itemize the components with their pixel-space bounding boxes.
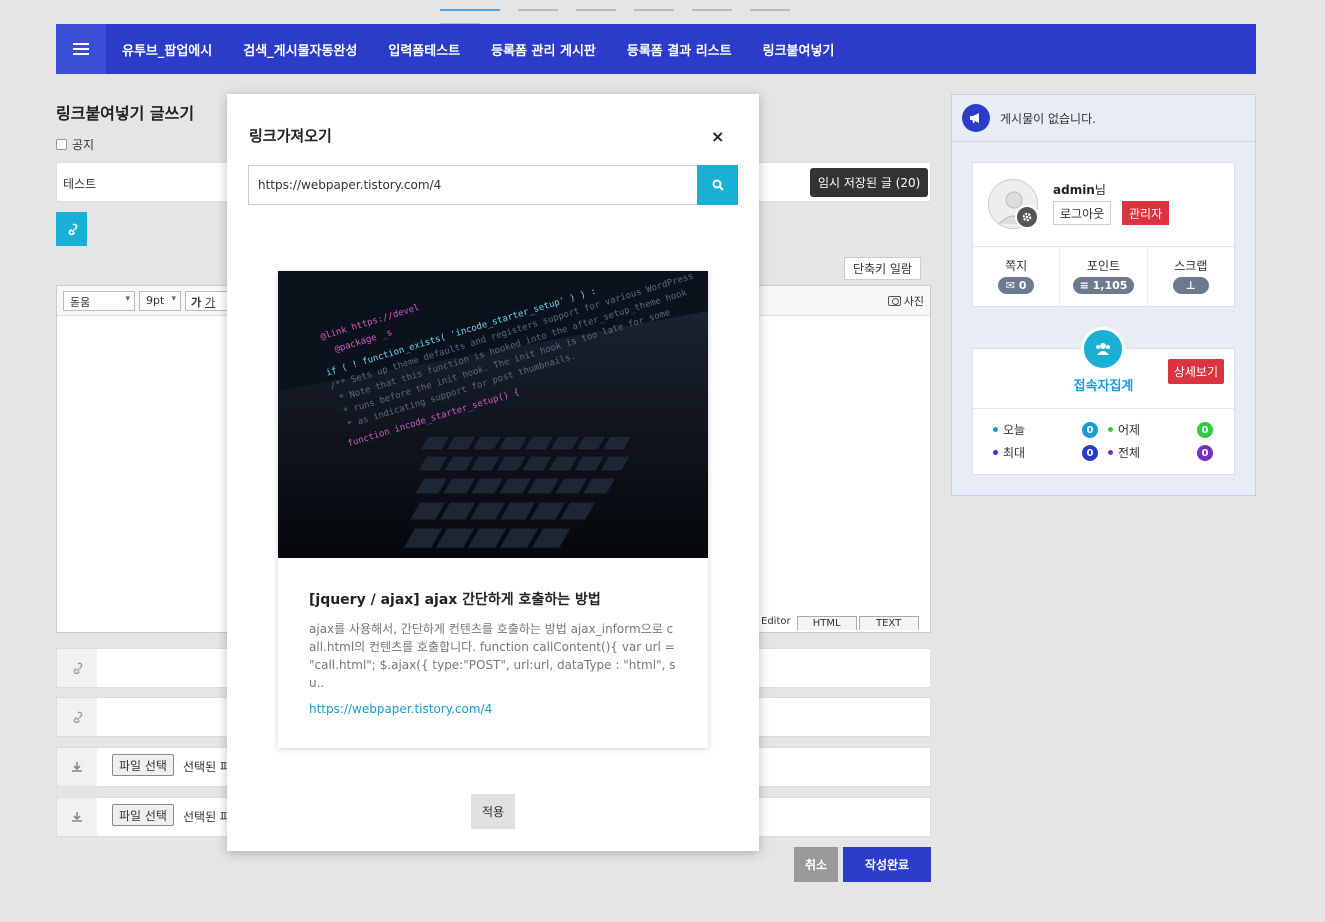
profile-stats: 쪽지 ✉ 0 포인트 ≡ 1,105 스크랩 ⊥ bbox=[973, 246, 1234, 307]
modal-close-button[interactable]: × bbox=[711, 127, 724, 146]
link-preview-card: @link https://devel @package _s if ( ! f… bbox=[278, 271, 708, 748]
underline-button[interactable]: 가 bbox=[205, 296, 215, 309]
page-title: 링크붙여넣기 글쓰기 bbox=[56, 104, 195, 123]
pin-icon: ⊥ bbox=[1185, 279, 1196, 292]
file-status: 선택된 파 bbox=[183, 760, 231, 774]
camera-icon bbox=[887, 296, 901, 306]
envelope-icon: ✉ bbox=[1005, 279, 1016, 292]
memo-stat[interactable]: 쪽지 ✉ 0 bbox=[973, 247, 1061, 307]
visitor-detail-button[interactable]: 상세보기 bbox=[1167, 359, 1224, 384]
latest-posts-notice: 게시물이 없습니다. bbox=[952, 95, 1255, 142]
hamburger-icon bbox=[73, 43, 89, 55]
preview-url-link[interactable]: https://webpaper.tistory.com/4 bbox=[309, 702, 492, 716]
point-count-badge: ≡ 1,105 bbox=[1072, 277, 1135, 294]
font-size-select[interactable]: 9pt bbox=[139, 291, 181, 311]
visitor-max: 최대 bbox=[993, 444, 1025, 461]
nav-item-form-result-list[interactable]: 등록폼 결과 리스트 bbox=[627, 40, 732, 59]
nav-item-search-autocomplete[interactable]: 검색_게시물자동완성 bbox=[243, 40, 357, 59]
cancel-button[interactable]: 취소 bbox=[794, 847, 838, 882]
choose-file-button[interactable]: 파일 선택 bbox=[112, 804, 174, 826]
insert-photo-button[interactable]: 사진 bbox=[887, 293, 924, 309]
link-icon bbox=[57, 649, 97, 687]
nav-item-youtube-popup[interactable]: 유투브_팝업에시 bbox=[122, 40, 212, 59]
scrap-stat[interactable]: 스크랩 ⊥ bbox=[1148, 247, 1234, 307]
scrap-badge: ⊥ bbox=[1172, 277, 1209, 294]
download-icon bbox=[57, 798, 97, 836]
nav-item-form-admin-board[interactable]: 등록폼 관리 게시판 bbox=[491, 40, 596, 59]
menu-toggle-button[interactable] bbox=[56, 24, 106, 74]
editor-mode-tabs: Editor HTML TEXT bbox=[757, 616, 919, 630]
apply-button[interactable]: 적용 bbox=[471, 794, 515, 829]
users-icon bbox=[1081, 327, 1125, 371]
profile-settings-button[interactable] bbox=[1015, 205, 1039, 229]
hotkey-list-button[interactable]: 단축키 일람 bbox=[844, 257, 922, 280]
notice-checkbox-row[interactable]: 공지 bbox=[56, 136, 94, 153]
nav-item-link-paste[interactable]: 링크붙여넣기 bbox=[763, 40, 835, 59]
coins-icon: ≡ bbox=[1079, 279, 1089, 292]
visitor-max-count: 0 bbox=[1082, 445, 1098, 461]
submit-button[interactable]: 작성완료 bbox=[843, 847, 931, 882]
username: admin님 bbox=[1053, 183, 1106, 197]
preview-description: ajax를 사용해서, 간단하게 컨텐츠를 호출하는 방법 ajax_infor… bbox=[309, 622, 676, 690]
mode-text-tab[interactable]: TEXT bbox=[858, 616, 919, 630]
latest-posts-text: 게시물이 없습니다. bbox=[1000, 111, 1096, 126]
link-icon bbox=[68, 223, 77, 235]
font-family-select[interactable]: 돋움 bbox=[63, 291, 135, 311]
preview-title: [jquery / ajax] ajax 간단하게 호출하는 방법 bbox=[309, 592, 601, 608]
admin-button[interactable]: 관리자 bbox=[1122, 201, 1170, 225]
mode-html-tab[interactable]: HTML bbox=[796, 616, 857, 630]
choose-file-button[interactable]: 파일 선택 bbox=[112, 754, 174, 776]
link-import-modal: 링크가져오기 × https://webpaper.tistory.com/4 bbox=[227, 94, 759, 851]
profile-box: admin님 로그아웃 관리자 쪽지 ✉ 0 포인트 ≡ 1,105 스크랩 ⊥ bbox=[972, 162, 1235, 307]
url-search-button[interactable] bbox=[697, 165, 738, 205]
sidebar: 게시물이 없습니다. admin님 로그아웃 관리자 쪽지 ✉ 0 포인트 ≡ … bbox=[951, 94, 1256, 496]
bold-button[interactable]: 가 가 bbox=[185, 291, 229, 311]
visitor-yesterday: 어제 bbox=[1108, 421, 1140, 438]
visitor-total: 전체 bbox=[1108, 444, 1140, 461]
temp-saved-posts-button[interactable]: 임시 저장된 글 (20) bbox=[810, 168, 929, 197]
visitor-total-count: 0 bbox=[1197, 445, 1213, 461]
modal-title: 링크가져오기 bbox=[249, 127, 332, 145]
visitor-yesterday-count: 0 bbox=[1197, 422, 1213, 438]
insert-link-button[interactable] bbox=[56, 212, 87, 246]
logout-button[interactable]: 로그아웃 bbox=[1053, 201, 1112, 225]
gear-icon bbox=[1022, 212, 1032, 222]
notice-label: 공지 bbox=[72, 138, 95, 152]
visitor-today-count: 0 bbox=[1082, 422, 1098, 438]
search-icon bbox=[712, 179, 724, 191]
preview-image: @link https://devel @package _s if ( ! f… bbox=[278, 271, 708, 558]
visitor-stats-box: 접속자집계 상세보기 오늘 0 어제 0 최대 0 전체 0 bbox=[972, 327, 1235, 475]
point-stat[interactable]: 포인트 ≡ 1,105 bbox=[1060, 247, 1148, 307]
file-status: 선택된 파 bbox=[183, 810, 231, 824]
mode-editor-tab[interactable]: Editor bbox=[757, 616, 795, 630]
notice-checkbox[interactable] bbox=[56, 139, 67, 150]
memo-count-badge: ✉ 0 bbox=[998, 277, 1035, 294]
url-input[interactable]: https://webpaper.tistory.com/4 bbox=[248, 165, 698, 205]
megaphone-icon bbox=[962, 104, 990, 132]
link-icon bbox=[57, 698, 97, 736]
visitor-today: 오늘 bbox=[993, 421, 1025, 438]
nav-item-input-form-test[interactable]: 입력폼테스트 bbox=[388, 40, 460, 59]
download-icon bbox=[57, 748, 97, 786]
main-nav: 유투브_팝업에시 검색_게시물자동완성 입력폼테스트 등록폼 관리 게시판 등록… bbox=[56, 24, 1256, 74]
top-tab-strip bbox=[440, 0, 860, 25]
